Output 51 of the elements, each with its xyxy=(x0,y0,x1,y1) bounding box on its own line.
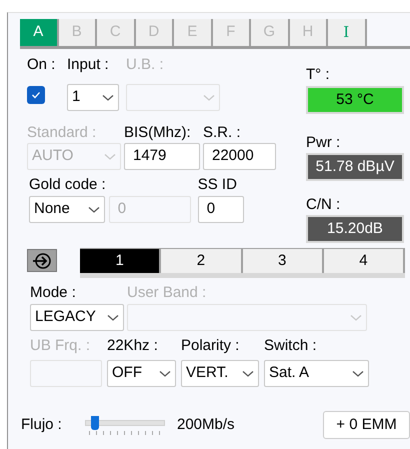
dropdown[interactable]: LEGACY xyxy=(30,304,124,331)
dropdown[interactable]: 1 xyxy=(67,84,119,111)
field-label: 22Khz : xyxy=(107,336,158,356)
readout-value: 51.78 dBµV xyxy=(306,153,404,181)
input-port-button[interactable] xyxy=(27,249,57,272)
dropdown[interactable]: OFF xyxy=(107,360,176,387)
readout-label: C/N : xyxy=(306,195,342,215)
chevron-down-icon xyxy=(242,370,254,378)
chevron-down-icon xyxy=(102,94,114,102)
dropdown[interactable]: Sat. A xyxy=(264,360,369,387)
emm-button[interactable]: + 0 EMM xyxy=(323,411,410,439)
input-field[interactable]: 0 xyxy=(198,196,244,223)
field-label: BIS(Mhz): xyxy=(124,123,191,143)
port-tab[interactable]: 3 xyxy=(242,248,324,273)
input-field[interactable]: 1479 xyxy=(124,143,200,170)
readout-value: 53 °C xyxy=(306,86,404,114)
field-label: S.R. : xyxy=(203,123,241,143)
chevron-down-icon xyxy=(159,370,171,378)
readout-label: T° : xyxy=(306,65,330,85)
dropdown[interactable]: VERT. xyxy=(181,360,259,387)
checkmark-icon xyxy=(31,91,41,99)
flow-label: Flujo : xyxy=(21,414,63,435)
field-label: SS ID xyxy=(198,175,237,195)
field-label: Input : xyxy=(67,55,109,75)
field-label: On : xyxy=(27,55,56,75)
chevron-down-icon xyxy=(104,152,116,160)
field-label: Mode : xyxy=(30,283,76,303)
field-label: Standard : xyxy=(27,123,96,143)
port-tab[interactable]: 2 xyxy=(161,248,242,273)
flow-reading: 200Mb/s xyxy=(177,414,235,435)
checkbox[interactable] xyxy=(27,86,45,104)
field-label: UB Frq. : xyxy=(30,336,90,356)
arrow-in-circle-icon xyxy=(31,252,53,270)
chevron-down-icon xyxy=(203,94,215,102)
field-label: Gold code : xyxy=(29,175,106,195)
chevron-down-icon xyxy=(350,314,362,322)
chevron-down-icon xyxy=(107,314,119,322)
field-label: User Band : xyxy=(127,283,206,303)
dropdown[interactable]: None xyxy=(29,196,105,223)
port-tab[interactable]: 1 xyxy=(80,248,162,273)
chevron-down-icon xyxy=(88,206,100,214)
chevron-down-icon xyxy=(352,370,364,378)
field-label: Polarity : xyxy=(181,336,240,356)
input-field[interactable]: 22000 xyxy=(203,143,276,170)
field-label: Switch : xyxy=(264,336,317,356)
field-label: U.B. : xyxy=(126,55,164,75)
port-tab[interactable]: 4 xyxy=(324,248,405,273)
slider-thumb[interactable] xyxy=(90,416,99,430)
slider[interactable] xyxy=(85,415,165,435)
readout-label: Pwr : xyxy=(306,133,342,153)
readout-value: 15.20dB xyxy=(306,215,404,243)
